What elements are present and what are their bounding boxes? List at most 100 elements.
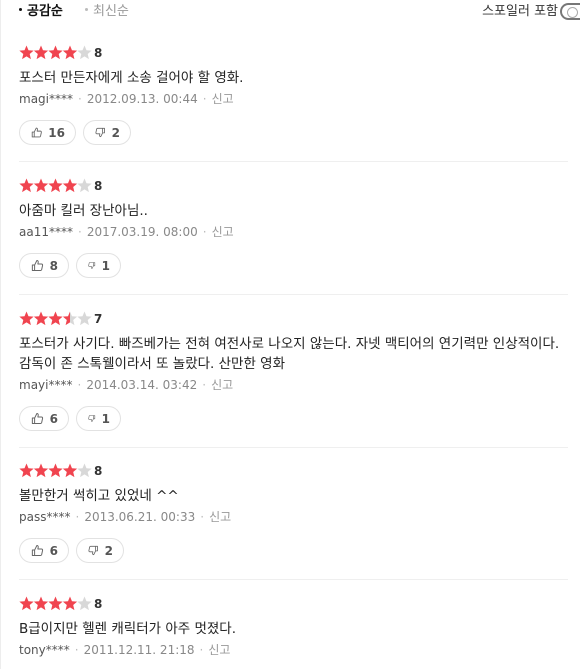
review-author: pass**** xyxy=(19,510,71,524)
review-meta: pass**** · 2013.06.21. 00:33 · 신고 xyxy=(19,509,231,525)
thumbs-down-icon xyxy=(95,127,105,138)
review-text: B급이지만 헬렌 캐릭터가 아주 멋졌다. xyxy=(19,621,237,637)
star-icon xyxy=(77,311,92,326)
dot-icon xyxy=(85,8,88,11)
review-item: 8 아줌마 킬러 장난아님.. aa11**** · 2017.03.19. 08:00… xyxy=(19,178,568,279)
star-icon xyxy=(19,178,34,193)
thumbs-up-icon xyxy=(31,545,44,556)
review-item: 7 포스터가 사기다. 빠즈베가는 전혀 여전사로 나오지 않는다. 자넷 맥티어… xyxy=(19,311,568,432)
dislike-count: 1 xyxy=(101,258,110,273)
review-date: 2017.03.19. 08:00 xyxy=(86,225,198,239)
review-meta: mayi**** · 2014.03.14. 03:42 · 신고 xyxy=(19,377,233,393)
star-rating xyxy=(19,463,92,478)
star-icon xyxy=(19,45,34,60)
sort-by-latest-label: 최신순 xyxy=(93,4,129,19)
meta-separator: · xyxy=(200,510,205,524)
rating-score: 7 xyxy=(94,312,103,326)
star-icon xyxy=(77,596,92,611)
thumbs-down-icon xyxy=(88,545,98,556)
meta-separator: · xyxy=(199,643,204,657)
star-icon xyxy=(33,178,49,193)
dislike-button[interactable]: 2 xyxy=(83,120,131,145)
review-author: aa11**** xyxy=(19,225,73,239)
rating-score: 8 xyxy=(94,179,103,193)
star-icon xyxy=(62,178,78,193)
star-rating xyxy=(19,178,92,193)
rating-score: 8 xyxy=(94,464,103,478)
star-icon xyxy=(33,45,49,60)
rating-score: 8 xyxy=(94,46,103,60)
star-icon xyxy=(19,311,34,326)
star-icon xyxy=(62,463,78,478)
star-icon xyxy=(48,463,63,478)
review-meta: aa11**** · 2017.03.19. 08:00 · 신고 xyxy=(19,224,234,240)
star-icon xyxy=(77,463,92,478)
star-rating xyxy=(19,311,92,326)
star-icon xyxy=(48,45,63,60)
like-button[interactable]: 16 xyxy=(19,120,76,145)
review-date: 2012.09.13. 00:44 xyxy=(86,92,198,106)
review-meta: tony**** · 2011.12.11. 21:18 · 신고 xyxy=(19,642,230,658)
review-divider xyxy=(19,161,568,162)
thumbs-up-icon xyxy=(31,413,44,424)
review-text: 볼만한거 썩히고 있었네 ^^ xyxy=(19,488,179,504)
meta-separator: · xyxy=(78,92,82,106)
dislike-count: 1 xyxy=(101,411,110,426)
sort-by-sympathy-tab[interactable]: 공감순 xyxy=(19,4,63,20)
star-icon xyxy=(33,311,49,326)
review-item: 8 포스터 만든자에게 소송 걸어야 할 영화. magi**** · 2012.09.… xyxy=(19,45,568,146)
review-author: mayi**** xyxy=(19,378,73,392)
review-divider xyxy=(19,294,568,295)
star-icon xyxy=(19,463,34,478)
meta-separator: · xyxy=(74,643,79,657)
star-icon xyxy=(19,596,34,611)
review-date: 2011.12.11. 21:18 xyxy=(83,643,195,657)
like-count: 6 xyxy=(49,543,58,558)
star-rating xyxy=(19,45,92,60)
report-link[interactable]: 신고 xyxy=(211,378,233,392)
report-link[interactable]: 신고 xyxy=(209,510,231,524)
dislike-button[interactable]: 1 xyxy=(76,253,121,278)
review-item: 8 볼만한거 썩히고 있었네 ^^ pass**** · 2013.06.21. 00:… xyxy=(19,463,568,564)
rating-score: 8 xyxy=(94,597,103,611)
thumbs-up-icon xyxy=(31,260,44,271)
spoiler-include-label: 스포일러 포함 xyxy=(482,4,558,19)
thumbs-up-icon xyxy=(31,127,42,138)
star-icon xyxy=(48,596,63,611)
spoiler-toggle[interactable] xyxy=(560,3,580,20)
review-date: 2013.06.21. 00:33 xyxy=(84,510,196,524)
star-icon xyxy=(77,45,92,60)
star-icon xyxy=(62,45,78,60)
dislike-count: 2 xyxy=(111,125,120,140)
thumbs-down-icon xyxy=(88,415,96,422)
thumbs-down-icon xyxy=(88,262,96,269)
review-item: 8 B급이지만 헬렌 캐릭터가 아주 멋졌다. tony**** · 2011.12.1… xyxy=(19,596,568,657)
report-link[interactable]: 신고 xyxy=(208,643,230,657)
sort-bar: 공감순 최신순 스포일러 포함 xyxy=(0,0,580,24)
star-icon xyxy=(33,463,49,478)
like-count: 8 xyxy=(49,258,58,273)
dislike-button[interactable]: 1 xyxy=(76,406,121,431)
meta-separator: · xyxy=(202,225,207,239)
like-button[interactable]: 8 xyxy=(19,253,69,278)
like-count: 6 xyxy=(49,411,58,426)
like-button[interactable]: 6 xyxy=(19,538,69,563)
review-author: magi**** xyxy=(19,92,73,106)
dislike-button[interactable]: 2 xyxy=(76,538,124,563)
review-divider xyxy=(19,579,568,580)
report-link[interactable]: 신고 xyxy=(212,92,234,106)
meta-separator: · xyxy=(75,510,80,524)
report-link[interactable]: 신고 xyxy=(212,225,234,239)
star-icon xyxy=(62,596,78,611)
meta-separator: · xyxy=(202,378,207,392)
review-text: 아줌마 킬러 장난아님.. xyxy=(19,203,148,219)
like-button[interactable]: 6 xyxy=(19,406,69,431)
sort-by-latest-tab[interactable]: 최신순 xyxy=(85,4,129,20)
star-icon xyxy=(77,178,92,193)
star-icon xyxy=(33,596,49,611)
meta-separator: · xyxy=(77,225,82,239)
sort-by-sympathy-label: 공감순 xyxy=(27,4,63,19)
star-rating xyxy=(19,596,92,611)
review-date: 2014.03.14. 03:42 xyxy=(86,378,198,392)
selected-dot-icon xyxy=(19,8,22,11)
